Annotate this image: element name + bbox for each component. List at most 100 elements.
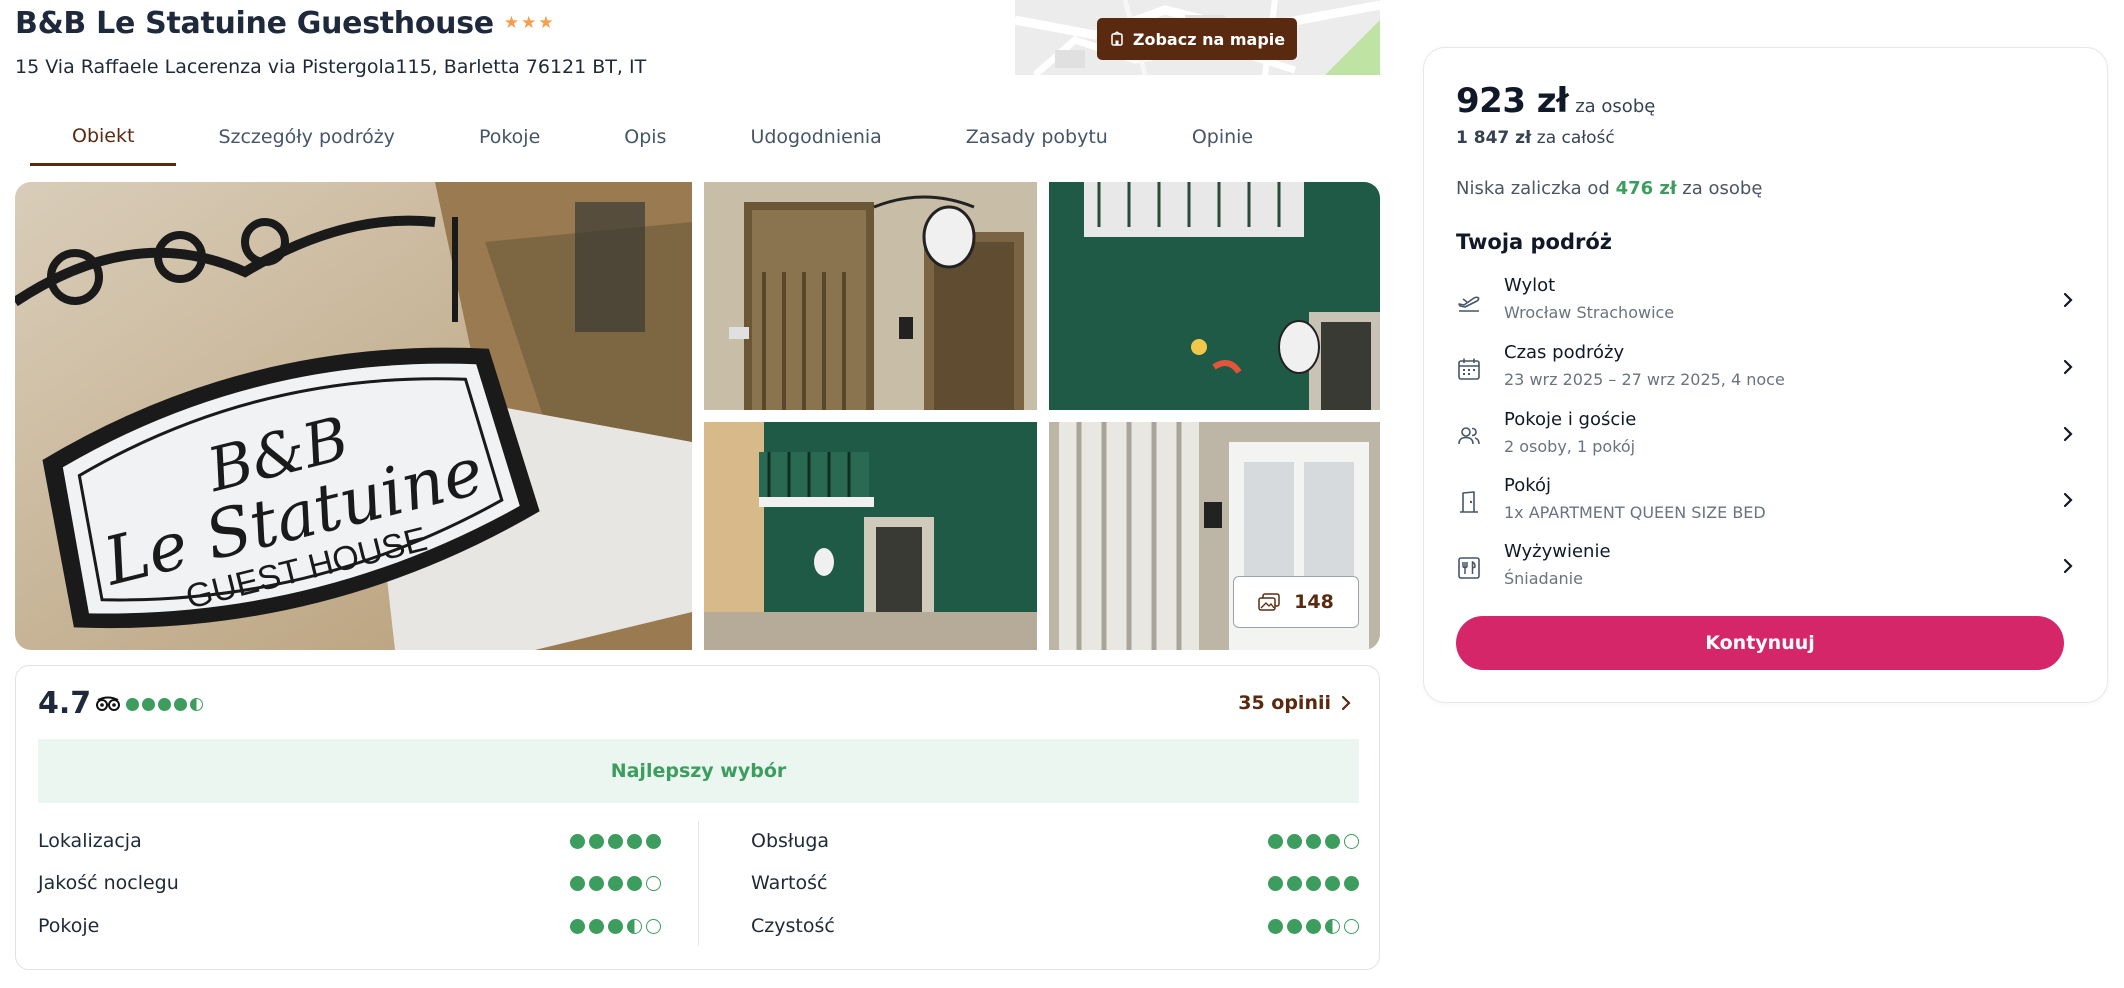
guests-icon — [1458, 427, 1480, 445]
gallery-photo-3[interactable] — [1049, 182, 1380, 410]
rating-dot-full — [627, 833, 642, 849]
hotel-address: 15 Via Raffaele Lacerenza via Pistergola… — [15, 56, 647, 78]
tab-udogodnienia[interactable]: Udogodnienia — [708, 108, 923, 166]
star-icon: ★ — [503, 13, 520, 33]
ratings-divider — [698, 821, 699, 946]
hotel-name: B&B Le Statuine Guesthouse — [15, 6, 494, 41]
deposit-suffix: za osobę — [1682, 178, 1763, 199]
star-icon: ★ — [538, 13, 554, 33]
photo-count-value: 148 — [1294, 591, 1334, 613]
rating-dot-full — [1268, 833, 1283, 849]
trip-item-value: 1x APARTMENT QUEEN SIZE BED — [1504, 503, 1766, 522]
rating-dots — [1268, 875, 1359, 891]
show-map-button[interactable]: Zobacz na mapie — [1097, 18, 1297, 60]
rating-dot-full — [1287, 875, 1302, 891]
facade-photo-illustration — [704, 422, 1037, 650]
deposit-value: 476 zł — [1615, 178, 1677, 199]
rating-dot-full — [1306, 833, 1321, 849]
tab-opis[interactable]: Opis — [582, 108, 708, 166]
rating-dot-full — [174, 697, 187, 711]
tab-zasady-pobytu[interactable]: Zasady pobytu — [924, 108, 1150, 166]
chevron-right-icon — [2063, 492, 2073, 508]
rating-dot-half — [190, 697, 203, 711]
rating-label: Wartość — [751, 872, 828, 894]
photos-icon — [1258, 593, 1280, 611]
trip-item-dates[interactable]: Czas podróży 23 wrz 2025 – 27 wrz 2025, … — [1456, 342, 2076, 398]
trip-item-value: Śniadanie — [1504, 569, 1583, 588]
trip-item-guests[interactable]: Pokoje i goście 2 osoby, 1 pokój — [1456, 409, 2076, 465]
tab-szczegoly-podrozy[interactable]: Szczegóły podróży — [176, 108, 437, 166]
gallery-photo-main[interactable]: B&B Le Statuine GUEST HOUSE — [15, 182, 692, 650]
rating-dot-empty — [1344, 833, 1359, 849]
plane-departure-icon — [1458, 296, 1480, 312]
trip-item-label: Czas podróży — [1504, 342, 1625, 363]
gallery-photo-4[interactable] — [704, 422, 1037, 650]
rating-dot-full — [589, 875, 604, 891]
continue-button[interactable]: Kontynuuj — [1456, 616, 2064, 670]
opinions-link[interactable]: 35 opinii — [1238, 692, 1351, 714]
rating-dot-empty — [646, 918, 661, 934]
chevron-right-icon — [2063, 426, 2073, 442]
rating-dot-full — [646, 833, 661, 849]
price-per-person: 923 zł za osobę — [1456, 81, 1655, 121]
price-total-value: 1 847 zł — [1456, 128, 1532, 148]
trip-item-label: Pokój — [1504, 475, 1552, 496]
trip-item-label: Wyżywienie — [1504, 541, 1611, 562]
rating-dot-full — [1287, 918, 1302, 934]
tripadvisor-rating — [96, 696, 203, 712]
rating-dot-full — [608, 918, 623, 934]
rating-dot-full — [570, 918, 585, 934]
trip-item-board[interactable]: Wyżywienie Śniadanie — [1456, 541, 2076, 597]
green-wall-photo-illustration — [1049, 182, 1380, 410]
rating-dot-empty — [1344, 918, 1359, 934]
tab-obiekt[interactable]: Obiekt — [30, 108, 177, 166]
rating-dots — [1268, 918, 1359, 934]
chevron-right-icon — [2063, 359, 2073, 375]
rating-row-obsluga: Obsługa — [751, 829, 1359, 853]
photo-count-button[interactable]: 148 — [1233, 576, 1359, 628]
show-map-label: Zobacz na mapie — [1132, 29, 1286, 49]
gallery-photo-5[interactable]: 148 — [1049, 422, 1380, 650]
rating-dot-full — [1306, 918, 1321, 934]
rating-dot-full — [589, 833, 604, 849]
rating-label: Czystość — [751, 915, 835, 937]
rating-label: Obsługa — [751, 830, 830, 852]
trip-item-room[interactable]: Pokój 1x APARTMENT QUEEN SIZE BED — [1456, 475, 2076, 531]
price-total-unit: za całość — [1536, 128, 1615, 148]
tab-pokoje[interactable]: Pokoje — [437, 108, 582, 166]
rating-dot-half — [627, 918, 642, 934]
section-tabs: Obiekt Szczegóły podróży Pokoje Opis Udo… — [30, 108, 1295, 168]
chevron-right-icon — [1341, 695, 1351, 711]
rating-dot-full — [1306, 875, 1321, 891]
trip-item-departure[interactable]: Wylot Wrocław Strachowice — [1456, 275, 2076, 331]
door-icon — [1460, 491, 1478, 513]
rating-dot-full — [570, 833, 585, 849]
opinions-link-label: 35 opinii — [1238, 692, 1331, 714]
tab-opinie[interactable]: Opinie — [1150, 108, 1295, 166]
rating-row-pokoje: Pokoje — [38, 914, 661, 938]
price-value: 923 zł — [1456, 81, 1569, 121]
trip-item-value: Wrocław Strachowice — [1504, 303, 1675, 322]
hotel-stars: ★ ★ ★ — [504, 15, 554, 32]
rating-dots — [570, 833, 661, 849]
price-unit: za osobę — [1575, 96, 1656, 117]
rating-dot-full — [570, 875, 585, 891]
price-total: 1 847 zł za całość — [1456, 128, 1615, 148]
gallery-photo-2[interactable] — [704, 182, 1037, 410]
rating-dots — [570, 875, 661, 891]
rating-label: Jakość noclegu — [38, 872, 179, 894]
review-score: 4.7 — [38, 686, 92, 721]
sign-illustration: B&B Le Statuine GUEST HOUSE — [15, 182, 692, 650]
rating-dot-full — [1268, 875, 1283, 891]
best-choice-badge: Najlepszy wybór — [38, 739, 1359, 803]
rating-row-lokalizacja: Lokalizacja — [38, 829, 661, 853]
rating-dots — [1268, 833, 1359, 849]
star-icon: ★ — [521, 13, 537, 33]
title-row: B&B Le Statuine Guesthouse ★ ★ ★ — [15, 6, 554, 41]
rating-dot-full — [158, 697, 171, 711]
door-photo-illustration — [704, 182, 1037, 410]
reviews-card: 4.7 35 opinii Najlepszy wybór Lokalizacj… — [15, 665, 1380, 970]
booking-panel: 923 zł za osobę 1 847 zł za całość Niska… — [1423, 47, 2108, 703]
rating-dot-half — [1325, 918, 1340, 934]
rating-dot-full — [1325, 875, 1340, 891]
